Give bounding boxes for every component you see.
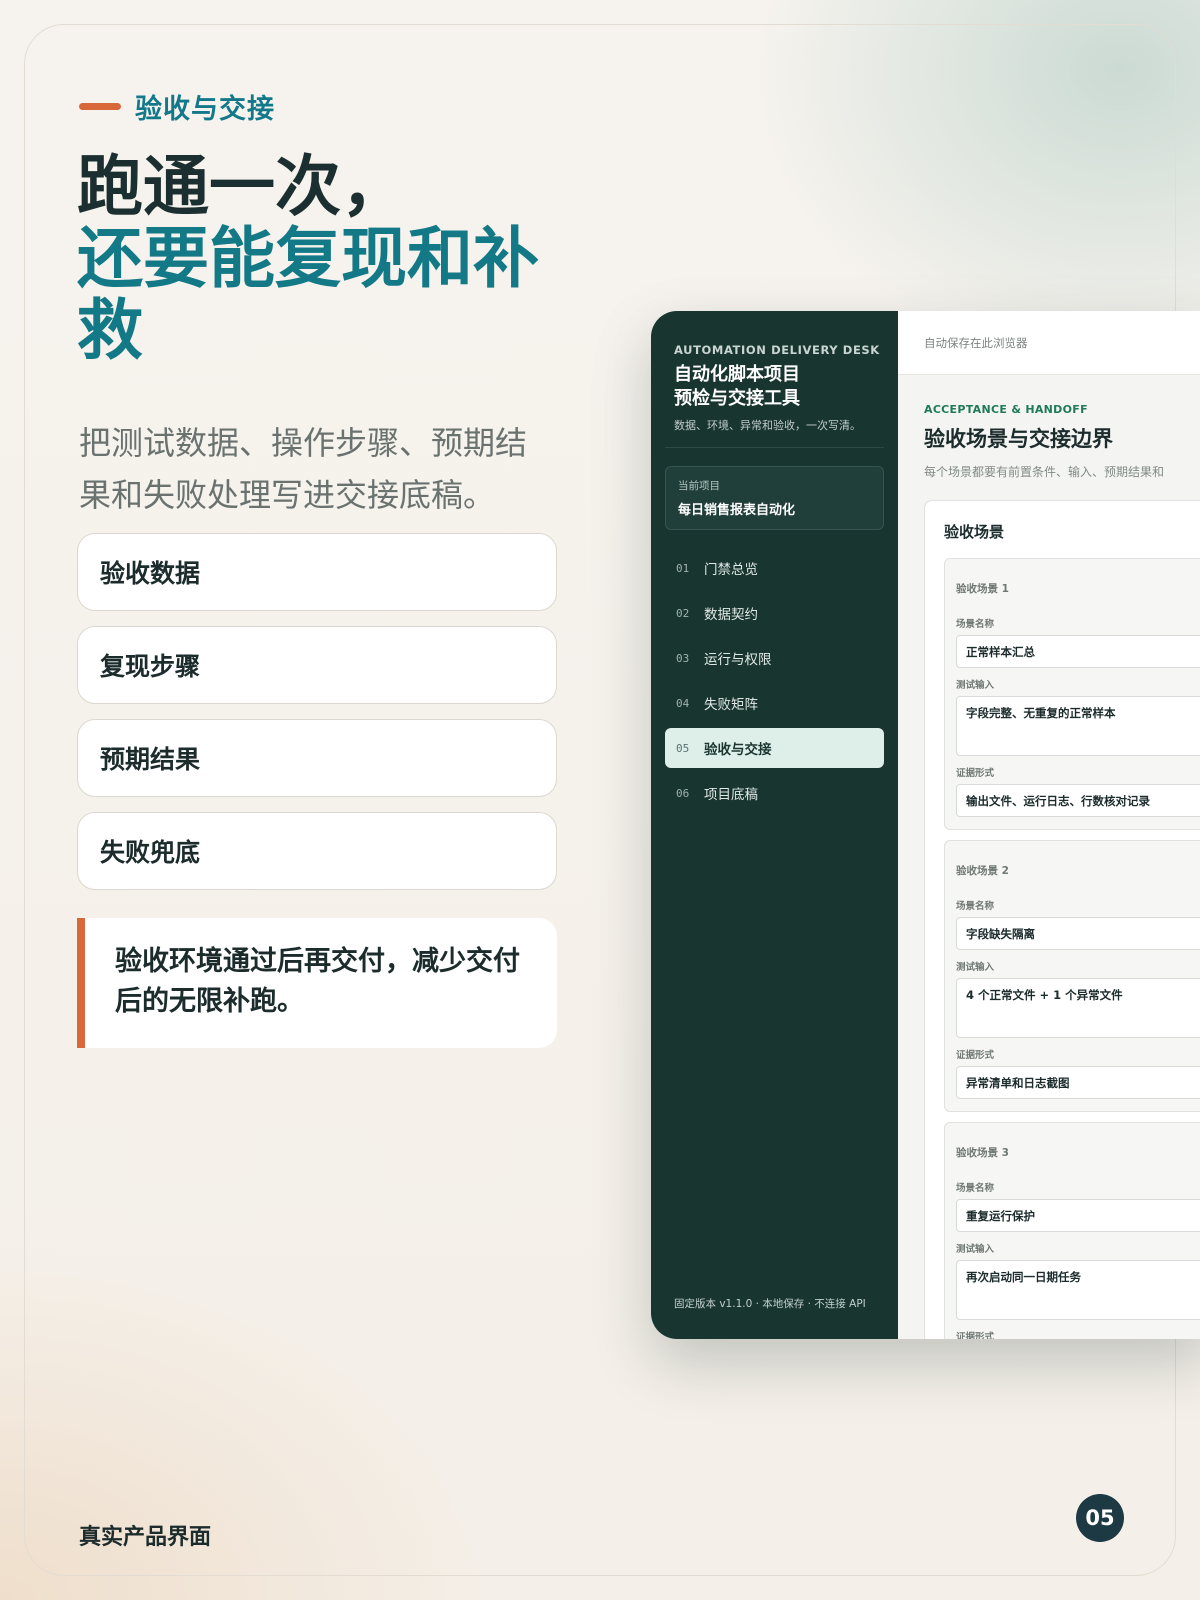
footer-label: 真实产品界面 <box>79 1525 212 1550</box>
section-eyebrow: 验收与交接 <box>79 87 275 126</box>
current-project-value: 每日销售报表自动化 <box>678 503 796 518</box>
scenario-input-textarea[interactable]: 4 个正常文件 + 1 个异常文件 <box>956 978 1200 1038</box>
topbar: 自动保存在此浏览器 <box>898 311 1200 375</box>
section-description: 每个场景都要有前置条件、输入、预期结果和 <box>924 465 1165 479</box>
pill-acceptance-data: 验收数据 <box>77 533 557 611</box>
scenario-input-textarea[interactable]: 字段完整、无重复的正常样本 <box>956 696 1200 756</box>
nav-label: 数据契约 <box>704 607 758 623</box>
nav-label: 验收与交接 <box>704 742 772 758</box>
scenario-heading: 验收场景 2 <box>956 865 1009 877</box>
section-title: 验收场景与交接边界 <box>924 427 1113 451</box>
field-label-name: 场景名称 <box>956 1183 995 1194</box>
scenario-evidence-input[interactable]: 异常清单和日志截图 <box>956 1066 1200 1099</box>
autosave-status: 自动保存在此浏览器 <box>924 335 1028 350</box>
headline: 跑通一次， 还要能复现和补救 <box>77 151 557 367</box>
nav-label: 失败矩阵 <box>704 697 758 713</box>
headline-line-2: 还要能复现和补救 <box>77 220 539 369</box>
accent-dash <box>79 103 121 110</box>
field-label-evidence: 证据形式 <box>956 1050 995 1061</box>
sidebar-eyebrow: AUTOMATION DELIVERY DESK <box>674 343 880 357</box>
nav-label: 运行与权限 <box>704 652 772 668</box>
panel-title: 验收场景 <box>944 523 1005 541</box>
page-number-badge: 05 <box>1076 1494 1124 1542</box>
scenario-name-input[interactable]: 字段缺失隔离 <box>956 917 1200 950</box>
sidebar-item-data-contract[interactable]: 02 数据契约 <box>665 593 884 633</box>
callout-note: 验收环境通过后再交付，减少交付后的无限补跑。 <box>77 918 557 1048</box>
pill-repro-steps: 复现步骤 <box>77 626 557 704</box>
sidebar-title: 自动化脚本项目 预检与交接工具 <box>665 363 884 411</box>
subtitle: 把测试数据、操作步骤、预期结果和失败处理写进交接底稿。 <box>79 424 528 514</box>
field-label-input: 测试输入 <box>956 962 995 973</box>
eyebrow-text: 验收与交接 <box>135 94 275 125</box>
nav-number: 02 <box>676 606 690 620</box>
headline-line-1: 跑通一次， <box>77 148 407 225</box>
pill-expected-result: 预期结果 <box>77 719 557 797</box>
field-label-name: 场景名称 <box>956 901 995 912</box>
app-sidebar: AUTOMATION DELIVERY DESK 自动化脚本项目 预检与交接工具… <box>651 311 898 1339</box>
nav-number: 04 <box>676 696 690 710</box>
scenario-card-3: 验收场景 3 场景名称 重复运行保护 测试输入 再次启动同一日期任务 证据形式 <box>944 1122 1200 1339</box>
app-main: 自动保存在此浏览器 ACCEPTANCE & HANDOFF 验收场景与交接边界… <box>898 311 1200 1339</box>
sidebar-item-run-permissions[interactable]: 03 运行与权限 <box>665 638 884 678</box>
nav-label: 项目底稿 <box>704 787 758 803</box>
scenario-card-2: 验收场景 2 场景名称 字段缺失隔离 测试输入 4 个正常文件 + 1 个异常文… <box>944 840 1200 1112</box>
field-label-name: 场景名称 <box>956 619 995 630</box>
nav-number: 06 <box>676 786 690 800</box>
sidebar-item-project-draft[interactable]: 06 项目底稿 <box>665 773 884 813</box>
sidebar-divider <box>665 447 884 448</box>
scenario-input-textarea[interactable]: 再次启动同一日期任务 <box>956 1260 1200 1320</box>
nav-number: 05 <box>676 741 690 755</box>
scenario-name-input[interactable]: 正常样本汇总 <box>956 635 1200 668</box>
current-project-label: 当前项目 <box>678 480 720 492</box>
field-label-input: 测试输入 <box>956 680 995 691</box>
sidebar-title-line-2: 预检与交接工具 <box>674 388 800 409</box>
scenario-heading: 验收场景 1 <box>956 583 1009 595</box>
sidebar-description: 数据、环境、异常和验收，一次写清。 <box>674 419 861 432</box>
nav-number: 03 <box>676 651 690 665</box>
current-project-box[interactable]: 当前项目 每日销售报表自动化 <box>665 466 884 530</box>
pill-failure-fallback: 失败兜底 <box>77 812 557 890</box>
field-label-input: 测试输入 <box>956 1244 995 1255</box>
field-label-evidence: 证据形式 <box>956 768 995 779</box>
sidebar-item-failure-matrix[interactable]: 04 失败矩阵 <box>665 683 884 723</box>
scenario-panel: 验收场景 验收场景 1 场景名称 正常样本汇总 测试输入 字段完整、无重复的正常… <box>924 500 1200 1339</box>
nav-number: 01 <box>676 561 690 575</box>
app-window: AUTOMATION DELIVERY DESK 自动化脚本项目 预检与交接工具… <box>651 311 1200 1339</box>
sidebar-footer: 固定版本 v1.1.0 · 本地保存 · 不连接 API <box>674 1298 866 1310</box>
sidebar-nav: 01 门禁总览 02 数据契约 03 运行与权限 04 失败矩阵 05 验收与交… <box>665 548 884 813</box>
scenario-name-input[interactable]: 重复运行保护 <box>956 1199 1200 1232</box>
pill-list: 验收数据 复现步骤 预期结果 失败兜底 <box>77 533 557 905</box>
scenario-evidence-input[interactable]: 输出文件、运行日志、行数核对记录 <box>956 784 1200 817</box>
nav-label: 门禁总览 <box>704 562 758 578</box>
scenario-card-1: 验收场景 1 场景名称 正常样本汇总 测试输入 字段完整、无重复的正常样本 证据… <box>944 558 1200 830</box>
scenario-heading: 验收场景 3 <box>956 1147 1009 1159</box>
sidebar-item-acceptance-handoff[interactable]: 05 验收与交接 <box>665 728 884 768</box>
sidebar-item-gate-overview[interactable]: 01 门禁总览 <box>665 548 884 588</box>
section-eyebrow-en: ACCEPTANCE & HANDOFF <box>924 403 1088 416</box>
field-label-evidence: 证据形式 <box>956 1332 995 1339</box>
sidebar-title-line-1: 自动化脚本项目 <box>674 364 800 385</box>
